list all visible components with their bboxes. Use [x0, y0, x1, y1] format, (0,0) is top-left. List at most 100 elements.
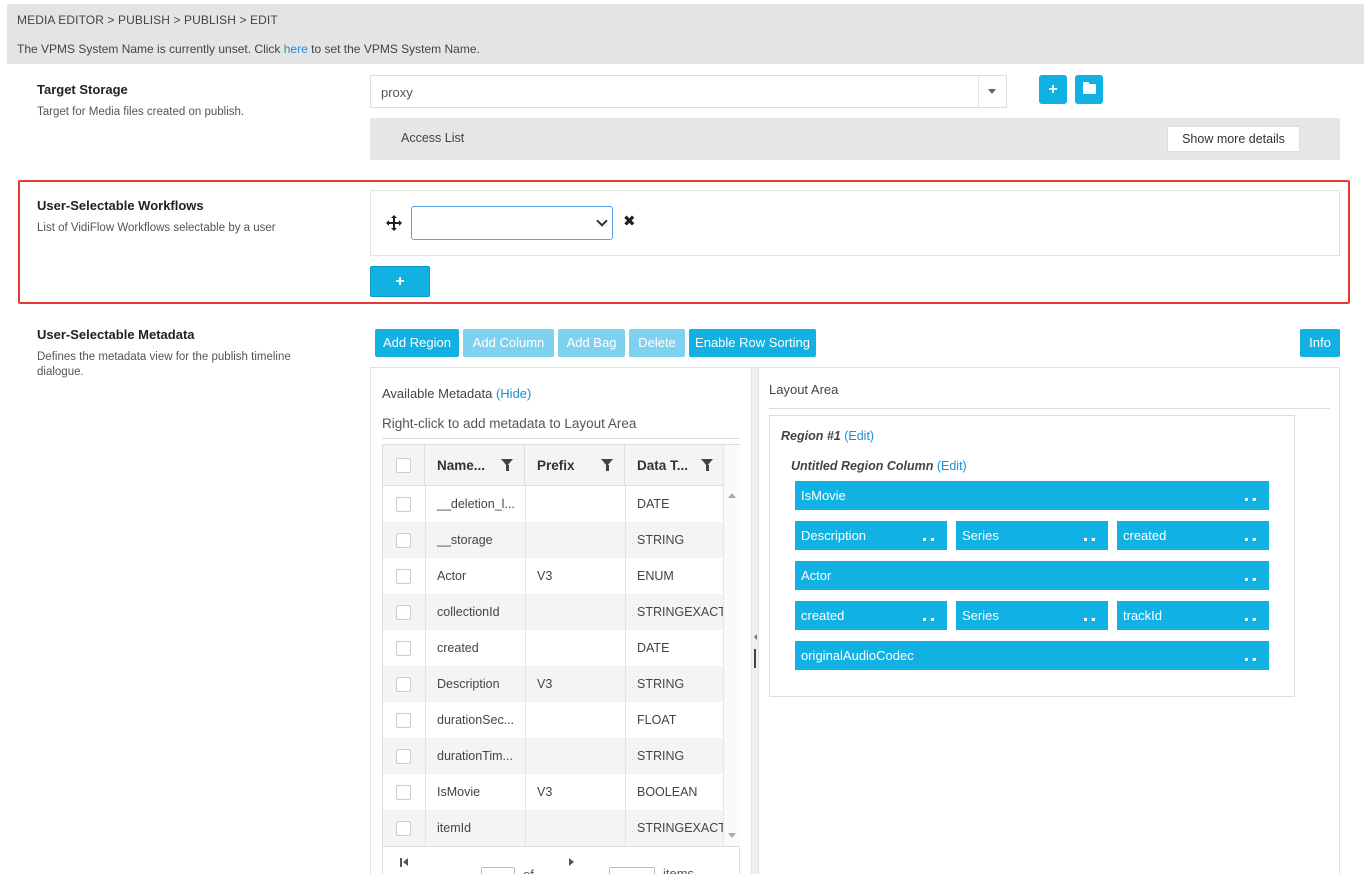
layout-field-label: Series [962, 528, 999, 543]
layout-field[interactable]: IsMovie [795, 481, 1269, 510]
metadata-grid: Name... Prefix Data T... __deletion_l...… [382, 444, 740, 874]
dropdown-toggle[interactable] [978, 76, 1006, 107]
layout-field[interactable]: Description [795, 521, 947, 550]
column-header-name-label: Name... [437, 458, 486, 473]
column-header-prefix[interactable]: Prefix [525, 445, 625, 486]
caret-down-icon [988, 89, 996, 94]
filter-icon[interactable] [501, 459, 513, 471]
row-type: DATE [637, 497, 670, 511]
row-checkbox[interactable] [396, 677, 411, 692]
add-column-button[interactable]: Add Column [463, 329, 554, 357]
row-name: durationTim... [437, 749, 513, 763]
layout-field[interactable]: created [795, 601, 947, 630]
collapse-left-icon[interactable] [754, 634, 757, 640]
table-row[interactable]: __deletion_l... DATE [383, 486, 723, 522]
table-row[interactable]: created DATE [383, 630, 723, 666]
more-icon[interactable] [1245, 618, 1256, 621]
add-workflow-button[interactable]: + [370, 266, 430, 297]
region-title: Region #1 (Edit) [781, 429, 874, 443]
workflow-select[interactable] [411, 206, 613, 240]
access-list-label: Access List [401, 131, 465, 145]
layout-field[interactable]: Series [956, 521, 1108, 550]
column-header-data-type[interactable]: Data T... [625, 445, 723, 486]
column-header-name[interactable]: Name... [425, 445, 525, 486]
available-metadata-label: Available Metadata [382, 386, 493, 401]
more-icon[interactable] [1084, 538, 1095, 541]
row-checkbox[interactable] [396, 821, 411, 836]
table-row[interactable]: collectionId STRINGEXACT [383, 594, 726, 630]
layout-field-label: IsMovie [801, 488, 846, 503]
table-row[interactable]: Description V3 STRING [383, 666, 723, 702]
layout-field[interactable]: created [1117, 521, 1269, 550]
row-type: ENUM [637, 569, 674, 583]
row-checkbox[interactable] [396, 533, 411, 548]
enable-row-sorting-button[interactable]: Enable Row Sorting [689, 329, 816, 357]
scroll-down-icon[interactable] [728, 833, 736, 838]
folder-icon [1083, 82, 1096, 94]
column-divider [625, 486, 626, 846]
grid-scrollbar[interactable] [723, 445, 740, 846]
region-column-title-label: Untitled Region Column [791, 459, 934, 473]
row-type: STRING [637, 533, 685, 547]
page-size-select[interactable] [609, 867, 655, 874]
next-page-icon[interactable] [569, 858, 574, 866]
more-icon[interactable] [1245, 498, 1256, 501]
more-icon[interactable] [923, 538, 934, 541]
row-type: BOOLEAN [637, 785, 698, 799]
layout-field[interactable]: Actor [795, 561, 1269, 590]
row-checkbox[interactable] [396, 785, 411, 800]
row-name: __deletion_l... [437, 497, 515, 511]
scroll-up-icon[interactable] [728, 493, 736, 498]
info-button[interactable]: Info [1300, 329, 1340, 357]
row-checkbox[interactable] [396, 605, 411, 620]
more-icon[interactable] [1245, 538, 1256, 541]
row-name: durationSec... [437, 713, 515, 727]
row-checkbox[interactable] [396, 749, 411, 764]
workflows-title: User-Selectable Workflows [37, 198, 204, 213]
row-type: STRINGEXACT [637, 605, 726, 619]
add-region-button[interactable]: Add Region [375, 329, 459, 357]
browse-storage-button[interactable] [1075, 75, 1103, 104]
row-name: Actor [437, 569, 467, 583]
more-icon[interactable] [1084, 618, 1095, 621]
row-checkbox[interactable] [396, 641, 411, 656]
table-row[interactable]: durationSec... FLOAT [383, 702, 723, 738]
delete-button[interactable]: Delete [629, 329, 685, 357]
splitter-handle[interactable] [754, 649, 756, 668]
more-icon[interactable] [923, 618, 934, 621]
edit-region-link[interactable]: (Edit) [844, 429, 874, 443]
table-row[interactable]: __storage STRING [383, 522, 723, 558]
table-row[interactable]: Actor V3 ENUM [383, 558, 723, 594]
first-page-icon[interactable] [400, 858, 409, 867]
row-checkbox[interactable] [396, 497, 411, 512]
region-box[interactable]: Region #1 (Edit) Untitled Region Column … [769, 415, 1295, 697]
layout-field[interactable]: Series [956, 601, 1108, 630]
set-system-name-link[interactable]: here [284, 42, 308, 56]
more-icon[interactable] [1245, 578, 1256, 581]
hide-available-link[interactable]: (Hide) [496, 386, 531, 401]
page-number-input[interactable] [481, 867, 515, 874]
remove-workflow-icon[interactable]: ✖ [623, 214, 636, 230]
row-prefix: V3 [537, 569, 553, 583]
add-bag-button[interactable]: Add Bag [558, 329, 625, 357]
table-row[interactable]: durationTim... STRING [383, 738, 723, 774]
target-storage-select[interactable]: proxy [370, 75, 1007, 108]
pane-splitter[interactable] [751, 368, 759, 874]
move-icon[interactable] [386, 215, 402, 231]
add-storage-button[interactable]: + [1039, 75, 1067, 104]
table-row[interactable]: itemId STRINGEXACT [383, 810, 726, 846]
filter-icon[interactable] [701, 459, 713, 471]
show-more-details-button[interactable]: Show more details [1167, 126, 1300, 152]
more-icon[interactable] [1245, 658, 1256, 661]
column-divider [425, 486, 426, 846]
row-checkbox[interactable] [396, 569, 411, 584]
workflows-description: List of VidiFlow Workflows selectable by… [37, 222, 276, 234]
row-name: IsMovie [437, 785, 481, 799]
layout-field[interactable]: originalAudioCodec [795, 641, 1269, 670]
filter-icon[interactable] [601, 459, 613, 471]
table-row[interactable]: IsMovie V3 BOOLEAN [383, 774, 723, 810]
edit-column-link[interactable]: (Edit) [937, 459, 967, 473]
row-checkbox[interactable] [396, 713, 411, 728]
layout-field[interactable]: trackId [1117, 601, 1269, 630]
workflows-panel: ✖ [370, 190, 1340, 256]
